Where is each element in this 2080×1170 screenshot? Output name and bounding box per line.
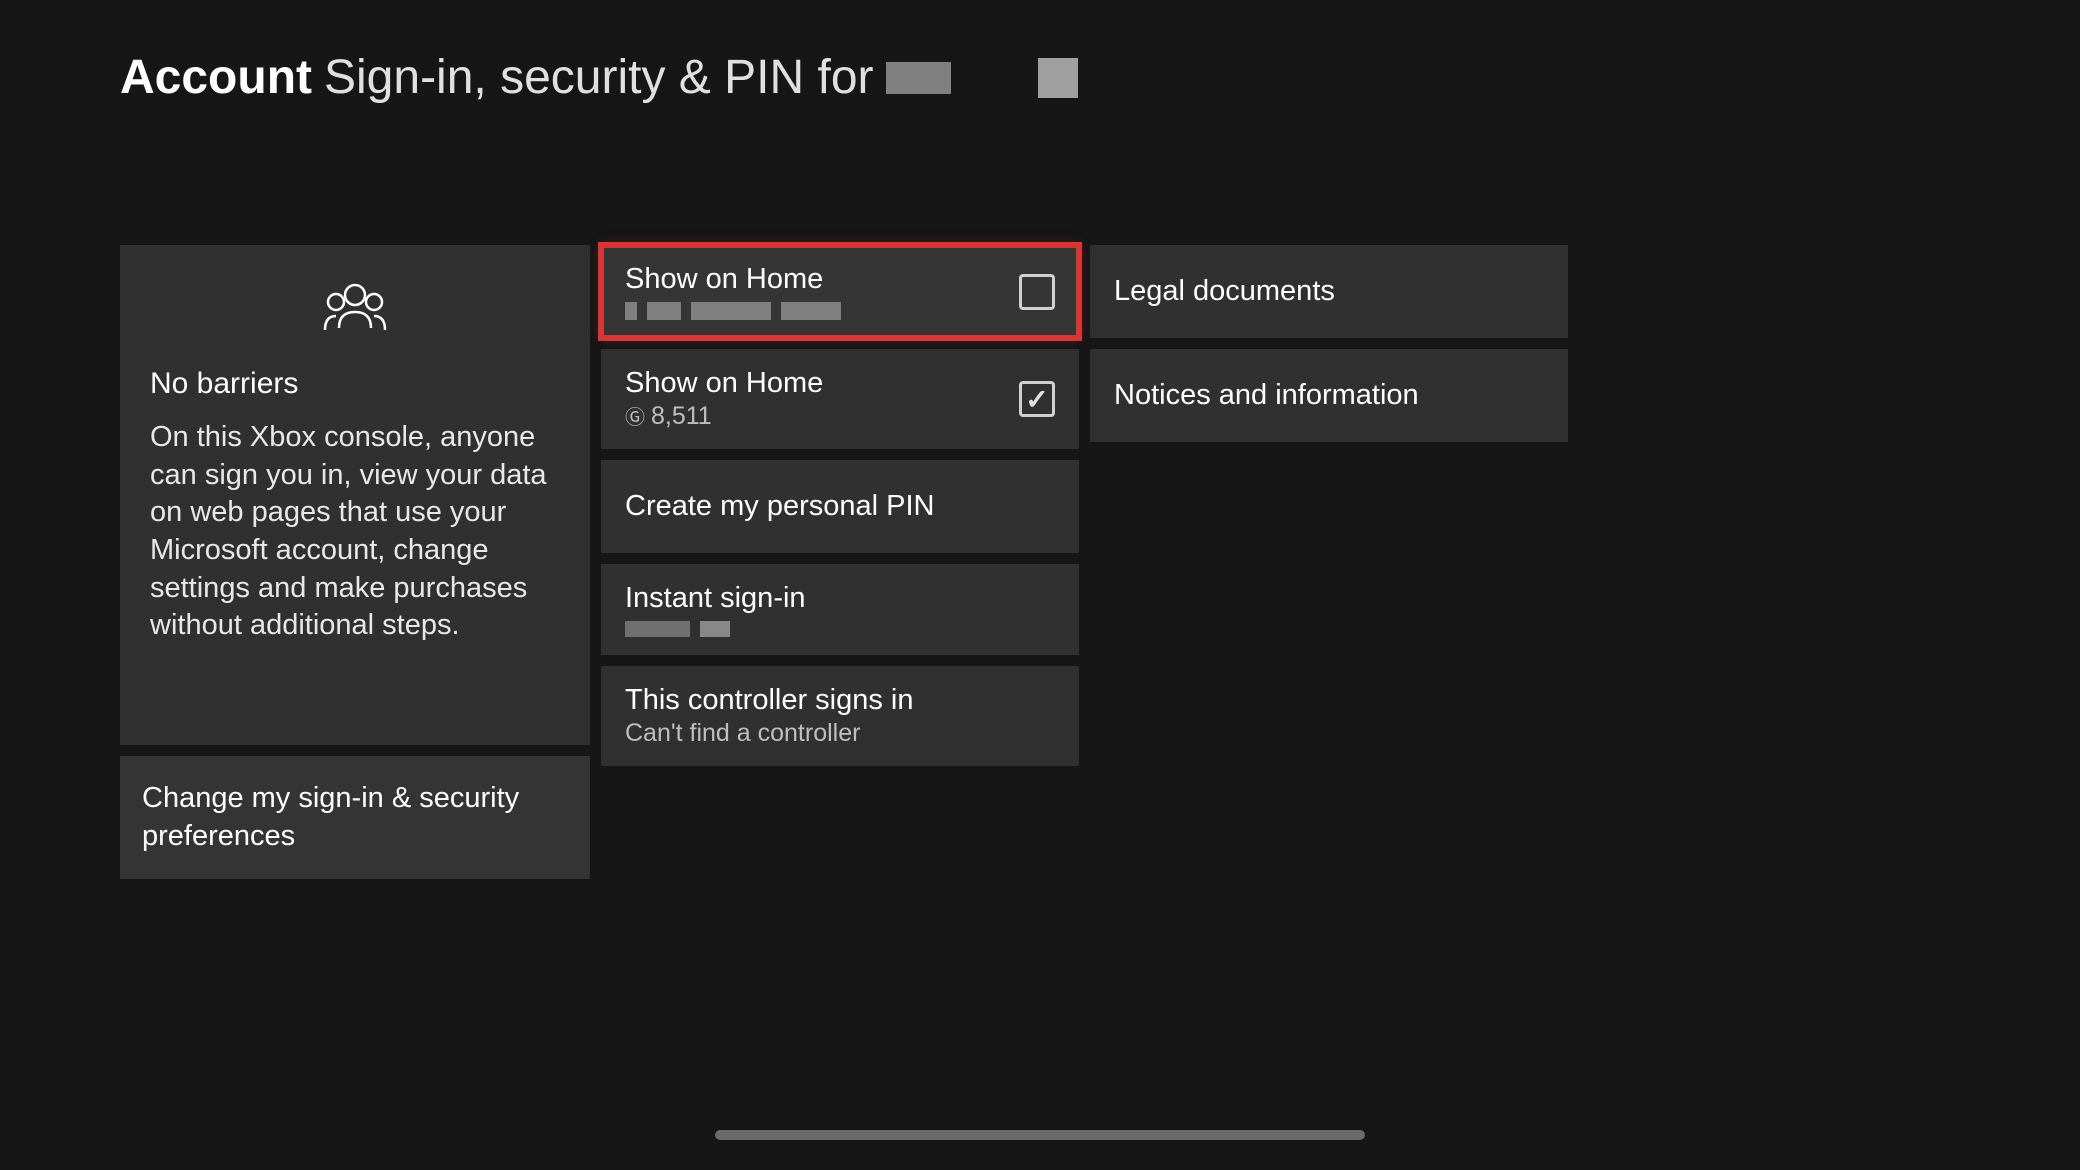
- option-title: Create my personal PIN: [625, 490, 934, 523]
- controller-status: Can't find a controller: [625, 719, 914, 748]
- notices-information-label: Notices and information: [1114, 379, 1419, 411]
- option-title: This controller signs in: [625, 684, 914, 717]
- legal-documents-label: Legal documents: [1114, 275, 1335, 307]
- redacted-signin-user: [625, 621, 806, 637]
- controller-signin-button[interactable]: This controller signs in Can't find a co…: [601, 666, 1079, 766]
- gamerscore-value-row: Ⓖ 8,511: [625, 400, 823, 431]
- option-title: Instant sign-in: [625, 582, 806, 615]
- instant-signin-button[interactable]: Instant sign-in: [601, 564, 1079, 655]
- option-title: Show on Home: [625, 263, 841, 296]
- gamerscore-icon: Ⓖ: [625, 401, 645, 430]
- redacted-email: [625, 302, 841, 320]
- redacted-username-1: [886, 62, 951, 94]
- gamerscore-value: 8,511: [651, 402, 712, 431]
- header-account-label: Account: [120, 50, 312, 105]
- checkbox-checked-icon: [1019, 381, 1055, 417]
- show-on-home-gamerscore-toggle[interactable]: Show on Home Ⓖ 8,511: [601, 349, 1079, 449]
- content-area: No barriers On this Xbox console, anyone…: [0, 105, 2080, 879]
- show-on-home-email-toggle[interactable]: Show on Home: [601, 245, 1079, 338]
- info-card-title: No barriers: [150, 367, 560, 401]
- column-right: Legal documents Notices and information: [1090, 245, 1568, 879]
- home-indicator: [715, 1130, 1365, 1140]
- option-title: Show on Home: [625, 367, 823, 400]
- people-icon: [150, 280, 560, 332]
- info-card-body: On this Xbox console, anyone can sign yo…: [150, 419, 560, 645]
- change-signin-preferences-label: Change my sign-in & security preferences: [142, 780, 568, 855]
- info-card: No barriers On this Xbox console, anyone…: [120, 245, 590, 745]
- redacted-avatar: [1038, 58, 1078, 98]
- column-left: No barriers On this Xbox console, anyone…: [120, 245, 590, 879]
- legal-documents-button[interactable]: Legal documents: [1090, 245, 1568, 338]
- column-middle: Show on Home Show on Home Ⓖ 8,511: [601, 245, 1079, 879]
- notices-information-button[interactable]: Notices and information: [1090, 349, 1568, 442]
- page-header: Account Sign-in, security & PIN for: [0, 0, 2080, 105]
- header-subtitle: Sign-in, security & PIN for: [324, 50, 874, 105]
- create-pin-button[interactable]: Create my personal PIN: [601, 460, 1079, 553]
- change-signin-preferences-button[interactable]: Change my sign-in & security preferences: [120, 756, 590, 879]
- checkbox-unchecked-icon: [1019, 274, 1055, 310]
